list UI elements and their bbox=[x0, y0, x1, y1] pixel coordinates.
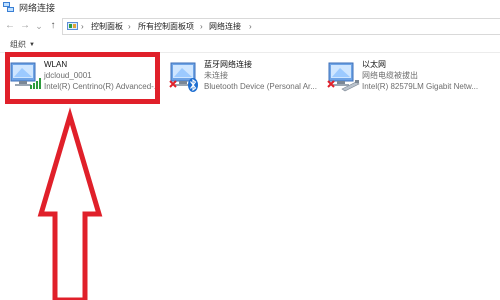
annotation-arrow bbox=[37, 107, 103, 300]
